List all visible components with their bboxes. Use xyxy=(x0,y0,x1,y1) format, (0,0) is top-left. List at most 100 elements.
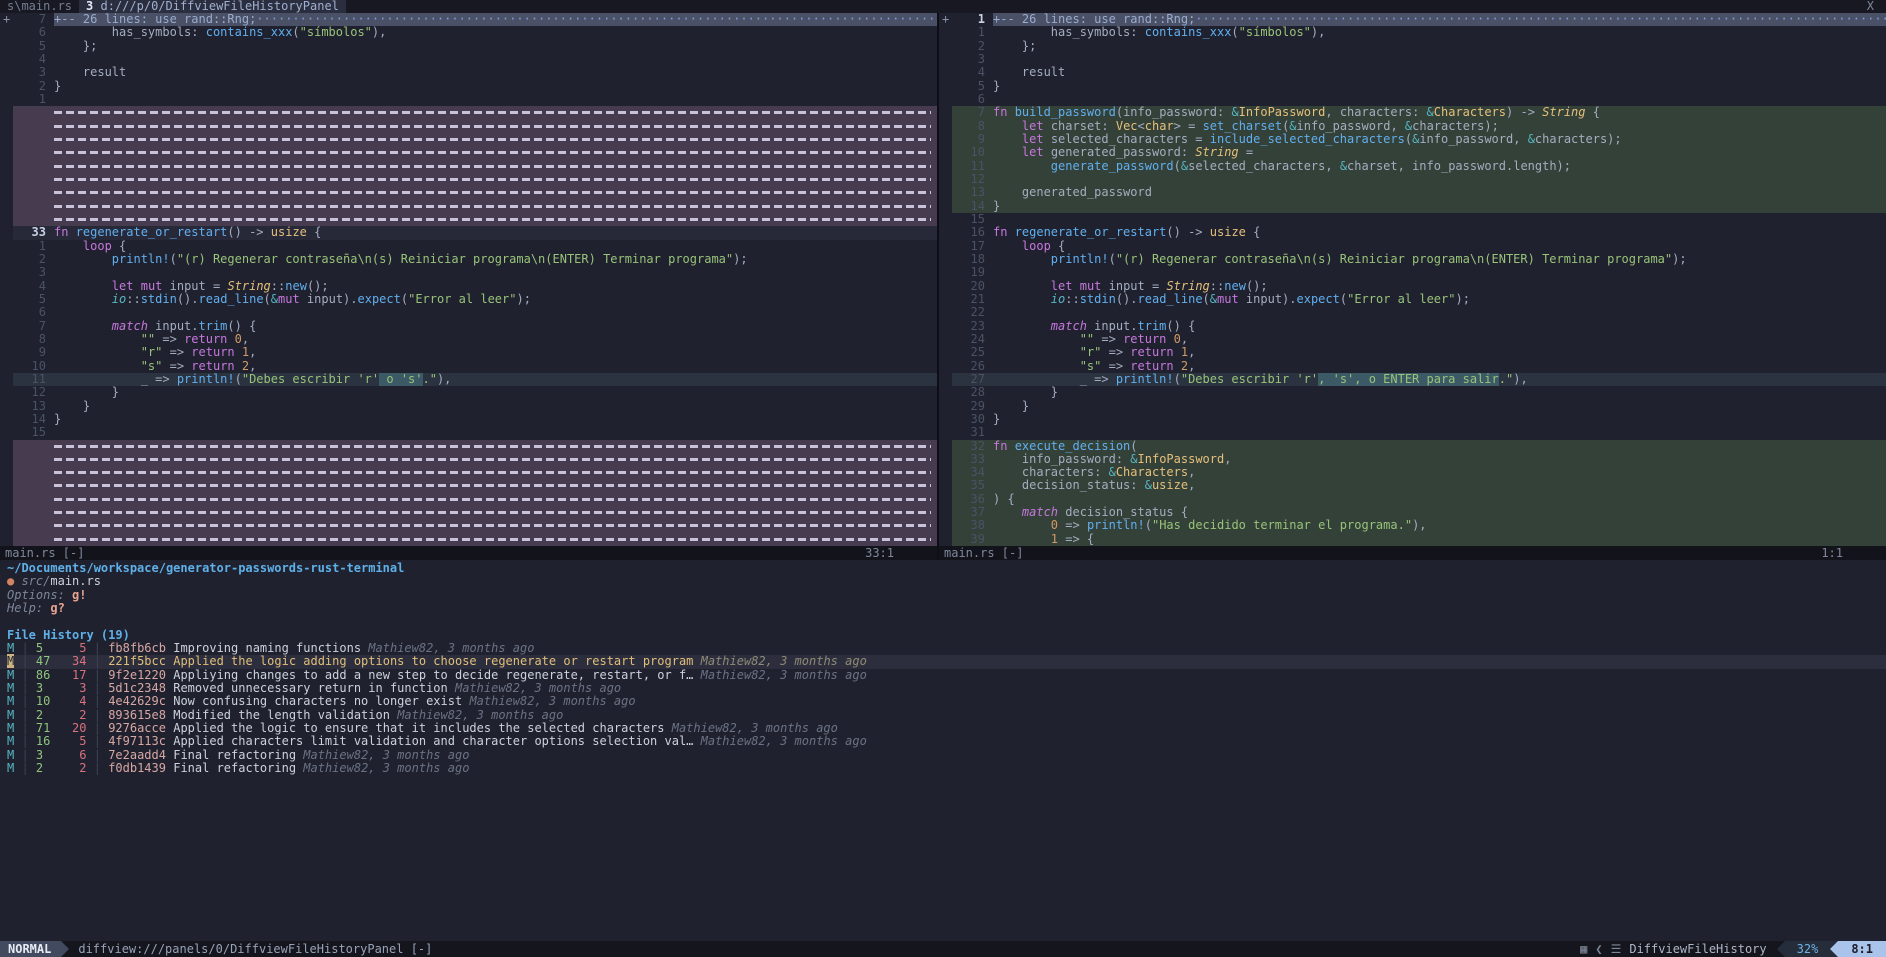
code-line[interactable]: 33 info_password: &InfoPassword, xyxy=(939,452,1886,467)
code-line[interactable]: 10 let generated_password: String = xyxy=(939,146,1886,160)
code-line[interactable]: 17 loop { xyxy=(939,240,1886,253)
line-body: 23 match input.trim() { xyxy=(952,320,1886,333)
code-line[interactable]: 15 xyxy=(939,213,1886,226)
commit-row[interactable]: M | 3 3 | 5d1c2348 Removed unnecessary r… xyxy=(0,681,1886,695)
code-line[interactable]: 9 "r" => return 1, xyxy=(0,346,937,359)
code-line[interactable]: 4 result xyxy=(939,66,1886,79)
commit-row[interactable]: M | 2 2 | 893615e8 Modified the length v… xyxy=(0,708,1886,722)
code-line[interactable]: 27 _ => println!("Debes escribir 'r', 's… xyxy=(939,372,1886,387)
code-line[interactable]: 10 "s" => return 2, xyxy=(0,360,937,373)
code-line[interactable]: 1 loop { xyxy=(0,240,937,253)
code-line[interactable]: 6 has_symbols: contains_xxx("símbolos"), xyxy=(0,26,937,39)
code-line[interactable]: 32 fn execute_decision( xyxy=(939,439,1886,453)
code-line[interactable]: 1 xyxy=(0,93,937,106)
code-line[interactable]: 29 } xyxy=(939,400,1886,413)
filler-dashes xyxy=(13,186,937,200)
code-line[interactable]: 37 match decision_status { xyxy=(939,506,1886,520)
code-line[interactable]: 11 _ => println!("Debes escribir 'r' o '… xyxy=(0,372,937,387)
code-line[interactable]: 16 fn regenerate_or_restart() -> usize { xyxy=(939,226,1886,239)
code-line[interactable]: 4 let mut input = String::new(); xyxy=(0,280,937,293)
tab-diffview-panel[interactable]: 3 d:///p/0/DiffviewFileHistoryPanel xyxy=(79,0,346,13)
code-line[interactable]: 2 }; xyxy=(939,40,1886,53)
fold-plus-icon[interactable]: + xyxy=(0,13,13,26)
tab-main-rs[interactable]: s\main.rs xyxy=(0,0,79,13)
code-line[interactable]: 6 xyxy=(0,306,937,319)
additions-count: 86 xyxy=(35,667,51,682)
diff-pane-left: +7 +-- 26 lines: use rand::Rng;··········… xyxy=(0,13,937,560)
line-body: 37 match decision_status { xyxy=(952,506,1886,520)
diff-view: +7 +-- 26 lines: use rand::Rng;··········… xyxy=(0,13,1886,560)
code-line[interactable]: 1 has_symbols: contains_xxx("símbolos"), xyxy=(939,26,1886,39)
fold-plus-icon[interactable]: + xyxy=(939,13,952,26)
code-line[interactable]: 19 xyxy=(939,266,1886,279)
code-line[interactable]: 36) { xyxy=(939,492,1886,507)
commit-row[interactable]: M | 2 2 | f0db1439 Final refactoring Mat… xyxy=(0,761,1886,775)
line-body: 27 _ => println!("Debes escribir 'r', 's… xyxy=(952,372,1886,387)
code-line[interactable]: 9 let selected_characters = include_sele… xyxy=(939,132,1886,147)
code-line[interactable]: 5 io::stdin().read_line(&mut input).expe… xyxy=(0,293,937,306)
code-line[interactable]: 5 }; xyxy=(0,40,937,53)
code-line[interactable]: 20 let mut input = String::new(); xyxy=(939,280,1886,293)
code-line[interactable]: 22 xyxy=(939,306,1886,319)
code-line[interactable]: 33 fn regenerate_or_restart() -> usize { xyxy=(0,226,937,240)
code-line[interactable]: 18 println!("(r) Regenerar contraseña\n(… xyxy=(939,253,1886,266)
code-line[interactable]: 38 0 => println!("Has decidido terminar … xyxy=(939,519,1886,533)
code-line[interactable]: 3 result xyxy=(0,66,937,79)
code-line[interactable]: 26 "s" => return 2, xyxy=(939,360,1886,373)
code-line[interactable]: 34 characters: &Characters, xyxy=(939,466,1886,480)
code-line[interactable]: 6 xyxy=(939,93,1886,106)
sign-column xyxy=(0,320,13,333)
code-line[interactable]: 4 xyxy=(0,53,937,66)
close-icon[interactable]: X xyxy=(1855,0,1886,13)
code-line[interactable]: 3 xyxy=(939,53,1886,66)
code-line[interactable]: 39 1 => { xyxy=(939,532,1886,546)
fold-line[interactable]: +7 +-- 26 lines: use rand::Rng;··········… xyxy=(0,13,937,27)
code-line[interactable]: 13 generated_password xyxy=(939,186,1886,200)
commit-row[interactable]: M | 16 5 | 4f97113c Applied characters l… xyxy=(0,735,1886,748)
code-line[interactable]: 8 "" => return 0, xyxy=(0,333,937,346)
fold-line[interactable]: +1 +-- 26 lines: use rand::Rng;··········… xyxy=(939,13,1886,27)
code-line[interactable]: 21 io::stdin().read_line(&mut input).exp… xyxy=(939,293,1886,306)
code-line[interactable]: 23 match input.trim() { xyxy=(939,320,1886,333)
code-line[interactable]: 2 println!("(r) Regenerar contraseña\n(s… xyxy=(0,253,937,266)
file-entry[interactable]: ● src/main.rs xyxy=(0,575,1886,588)
code-line[interactable]: 11 generate_password(&selected_character… xyxy=(939,159,1886,173)
commit-row[interactable]: M | 5 5 | fb8fb6cb Improving naming func… xyxy=(0,642,1886,655)
sign-column xyxy=(939,93,952,106)
code-line[interactable]: 14} xyxy=(0,413,937,426)
line-number: 39 xyxy=(970,532,985,546)
code-line[interactable]: 12 xyxy=(939,172,1886,187)
code-line[interactable]: 5} xyxy=(939,80,1886,93)
commit-row-selected[interactable]: M | 47 34 | 221f5bcc Applied the logic a… xyxy=(0,654,1886,669)
filler-line xyxy=(0,532,937,546)
column-separator: | xyxy=(86,654,109,669)
code-line[interactable]: 35 decision_status: &usize, xyxy=(939,479,1886,493)
code-line[interactable]: 8 let charset: Vec<char> = set_charset(&… xyxy=(939,119,1886,133)
commit-row[interactable]: M | 71 20 | 9276acce Applied the logic t… xyxy=(0,721,1886,735)
code-line[interactable]: 15 xyxy=(0,426,937,439)
code-line[interactable]: 2} xyxy=(0,80,937,93)
code-line[interactable]: 12 } xyxy=(0,386,937,399)
code-line[interactable]: 7 match input.trim() { xyxy=(0,320,937,333)
code-line[interactable]: 30} xyxy=(939,413,1886,426)
code-line[interactable]: 14} xyxy=(939,199,1886,213)
code-text: "s" => return 2, xyxy=(1079,359,1196,373)
sign-column xyxy=(939,106,952,119)
code-text: fn build_password(info_password: &InfoPa… xyxy=(993,106,1600,120)
commit-row[interactable]: M | 10 4 | 4e42629c Now confusing charac… xyxy=(0,695,1886,708)
code-line[interactable]: 25 "r" => return 1, xyxy=(939,346,1886,359)
code-line[interactable]: 31 xyxy=(939,426,1886,439)
code-line[interactable]: 3 xyxy=(0,266,937,279)
code-line[interactable]: 13 } xyxy=(0,400,937,413)
line-number: 9 xyxy=(38,346,46,360)
sign-column xyxy=(939,200,952,213)
line-number: 13 xyxy=(970,186,985,200)
statusline-left-filename: main.rs [-] xyxy=(5,546,85,560)
code-line[interactable]: 7 fn build_password(info_password: &InfoP… xyxy=(939,106,1886,120)
code-line[interactable]: 24 "" => return 0, xyxy=(939,333,1886,346)
code-line[interactable]: 28 } xyxy=(939,386,1886,399)
code-text: match input.trim() { xyxy=(1050,319,1196,333)
commit-row[interactable]: M | 86 17 | 9f2e1220 Appliying changes t… xyxy=(0,667,1886,682)
commit-row[interactable]: M | 3 6 | 7e2aadd4 Final refactoring Mat… xyxy=(0,748,1886,762)
